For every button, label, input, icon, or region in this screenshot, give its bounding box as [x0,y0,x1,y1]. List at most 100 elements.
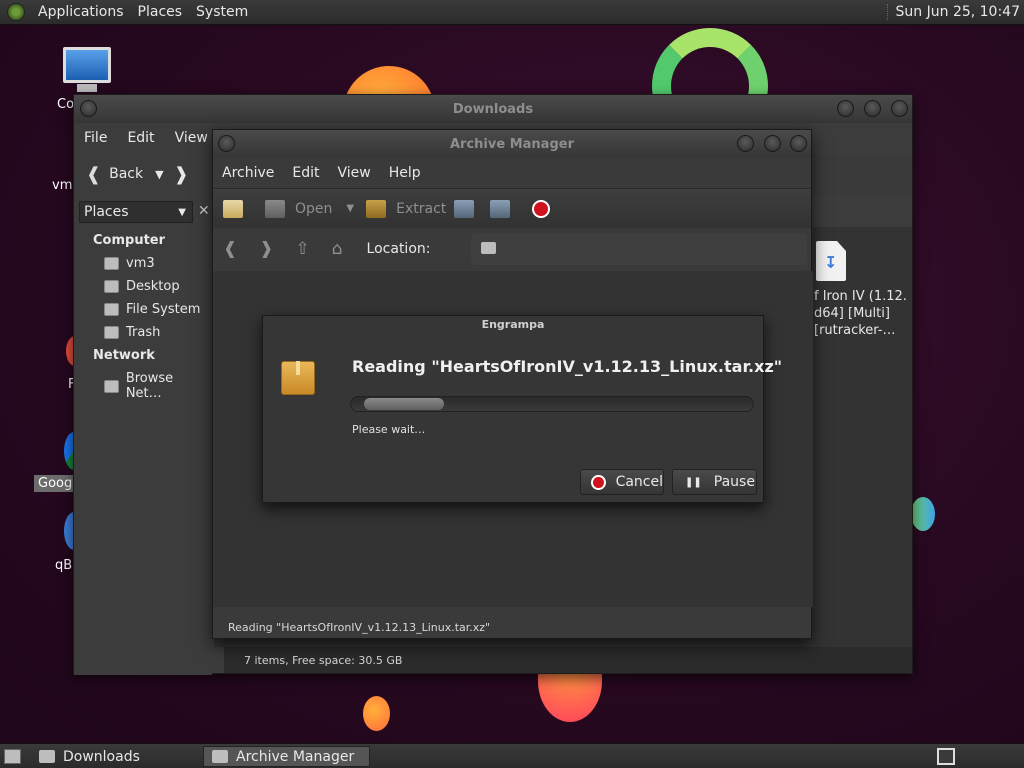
back-button[interactable]: Back [109,166,143,182]
stop-icon[interactable] [532,199,551,218]
sidebar-item-trash[interactable]: Trash [104,325,160,340]
view-menu[interactable]: View [329,165,380,181]
file-icon[interactable]: ↧ [816,241,846,281]
sidebar-item-label: Desktop [126,279,180,294]
places-tree: Computer vm3 Desktop File System Trash N… [74,227,212,675]
downloads-menubar: File Edit View [74,123,214,153]
taskbar-item-label: Archive Manager [236,748,355,765]
sidebar-item-vm3[interactable]: vm3 [104,256,155,271]
progress-pulse [364,398,444,410]
archive-location-bar: ❰ ❱ ⇧ ⌂ Location: [213,228,811,270]
workspace-switcher[interactable] [937,748,955,765]
help-menu[interactable]: Help [380,165,430,181]
file-label[interactable]: f Iron IV (1.12. d64] [Multi] [rutracker… [814,288,910,339]
drive-icon [104,303,119,316]
computer-desktop-label[interactable]: Co [57,97,74,112]
sidebar-item-label: vm3 [126,256,155,271]
package-icon [281,361,315,395]
sidebar-item-label: Trash [126,325,161,340]
taskbar-item-downloads[interactable]: Downloads [31,746,199,767]
downloads-location-strip [812,155,912,195]
archive-menu[interactable]: Archive [213,165,283,181]
places-selector[interactable]: Places ▼ [79,201,193,223]
cancel-icon [591,474,606,490]
downloads-titlebar[interactable]: Downloads [74,95,912,123]
clock[interactable]: Sun Jun 25, 10:47 [886,4,1020,20]
archive-icon [212,750,228,763]
download-arrow-icon: ↧ [824,253,838,272]
edit-menu[interactable]: Edit [283,165,328,181]
extract-button[interactable]: Extract [396,201,446,217]
pause-button[interactable]: ❚❚ Pause [672,469,757,495]
extract-icon[interactable] [366,199,387,218]
network-heading: Network [93,348,155,363]
sidebar-item-file-system[interactable]: File System [104,302,200,317]
show-desktop-icon[interactable] [4,749,21,764]
pause-icon: ❚❚ [685,476,702,488]
location-field[interactable] [471,233,807,265]
pause-button-label: Pause [713,474,755,490]
sidebar-item-desktop[interactable]: Desktop [104,279,180,294]
window-menu-icon[interactable] [80,100,97,117]
add-folder-icon[interactable] [490,199,511,218]
back-history-dropdown-icon[interactable]: ▼ [155,168,163,181]
maximize-icon[interactable] [864,100,881,117]
add-files-icon[interactable] [454,199,475,218]
computer-stand-icon [77,84,97,92]
folder-icon [39,750,55,763]
archive-menubar: Archive Edit View Help [213,158,811,188]
downloads-statusbar: 7 items, Free space: 30.5 GB [224,647,912,673]
maximize-icon[interactable] [764,135,781,152]
view-menu[interactable]: View [165,130,218,146]
places-selector-label: Places [84,204,129,220]
minimize-icon[interactable] [737,135,754,152]
downloads-title: Downloads [452,101,534,117]
dialog-heading: Reading "HeartsOfIronIV_v1.12.13_Linux.t… [352,357,783,376]
back-arrow-icon[interactable]: ❰ [223,239,237,259]
close-icon[interactable] [891,100,908,117]
system-menu[interactable]: System [189,4,255,20]
up-arrow-icon[interactable]: ⇧ [296,239,310,259]
applications-menu[interactable]: Applications [31,4,131,20]
progress-dialog: Engrampa Reading "HeartsOfIronIV_v1.12.1… [262,315,782,503]
close-sidebar-icon[interactable]: ✕ [198,203,210,219]
home-folder-icon [104,257,119,270]
forward-arrow-icon[interactable]: ❱ [259,239,273,259]
file-label-line: f Iron IV (1.12. [814,289,907,304]
downloads-toolbar: ❰ Back ▼ ❱ [74,155,214,193]
chevron-down-icon: ▼ [178,206,186,218]
wallpaper-right-blob [911,497,935,531]
back-arrow-icon[interactable]: ❰ [86,164,101,185]
cancel-button[interactable]: Cancel [580,469,664,495]
taskbar-item-archive-manager[interactable]: Archive Manager [203,746,370,767]
forward-arrow-icon[interactable]: ❱ [174,164,189,185]
new-archive-icon[interactable] [223,199,243,218]
wallpaper-small-blob [363,696,390,731]
sidebar-item-label: Browse Net… [125,371,174,401]
places-menu[interactable]: Places [131,4,190,20]
home-icon[interactable]: ⌂ [332,239,343,259]
sidebar-item-label: File System [126,302,201,317]
edit-menu[interactable]: Edit [117,130,164,146]
close-icon[interactable] [790,135,807,152]
location-label: Location: [366,241,431,257]
file-menu[interactable]: File [74,130,117,146]
trash-icon [104,326,119,339]
open-archive-icon[interactable] [265,199,285,218]
sidebar-item-browse-network[interactable]: Browse Net… [104,371,212,401]
archive-toolbar: Open ▼ Extract [213,188,811,228]
mate-logo-icon[interactable] [7,3,25,21]
bottom-taskbar: Downloads Archive Manager [0,743,1024,768]
chrome-desktop-label[interactable]: Goog [34,475,77,492]
computer-heading: Computer [93,233,166,248]
chevron-down-icon[interactable]: ▼ [346,203,354,214]
network-icon [104,379,119,393]
file-label-line: [rutracker-… [814,323,896,338]
computer-desktop-icon[interactable] [63,47,111,83]
dialog-title: Engrampa [481,318,545,331]
open-button[interactable]: Open [295,201,332,217]
window-menu-icon[interactable] [218,135,235,152]
minimize-icon[interactable] [837,100,854,117]
archive-titlebar[interactable]: Archive Manager [213,130,811,158]
taskbar-item-label: Downloads [63,748,140,765]
